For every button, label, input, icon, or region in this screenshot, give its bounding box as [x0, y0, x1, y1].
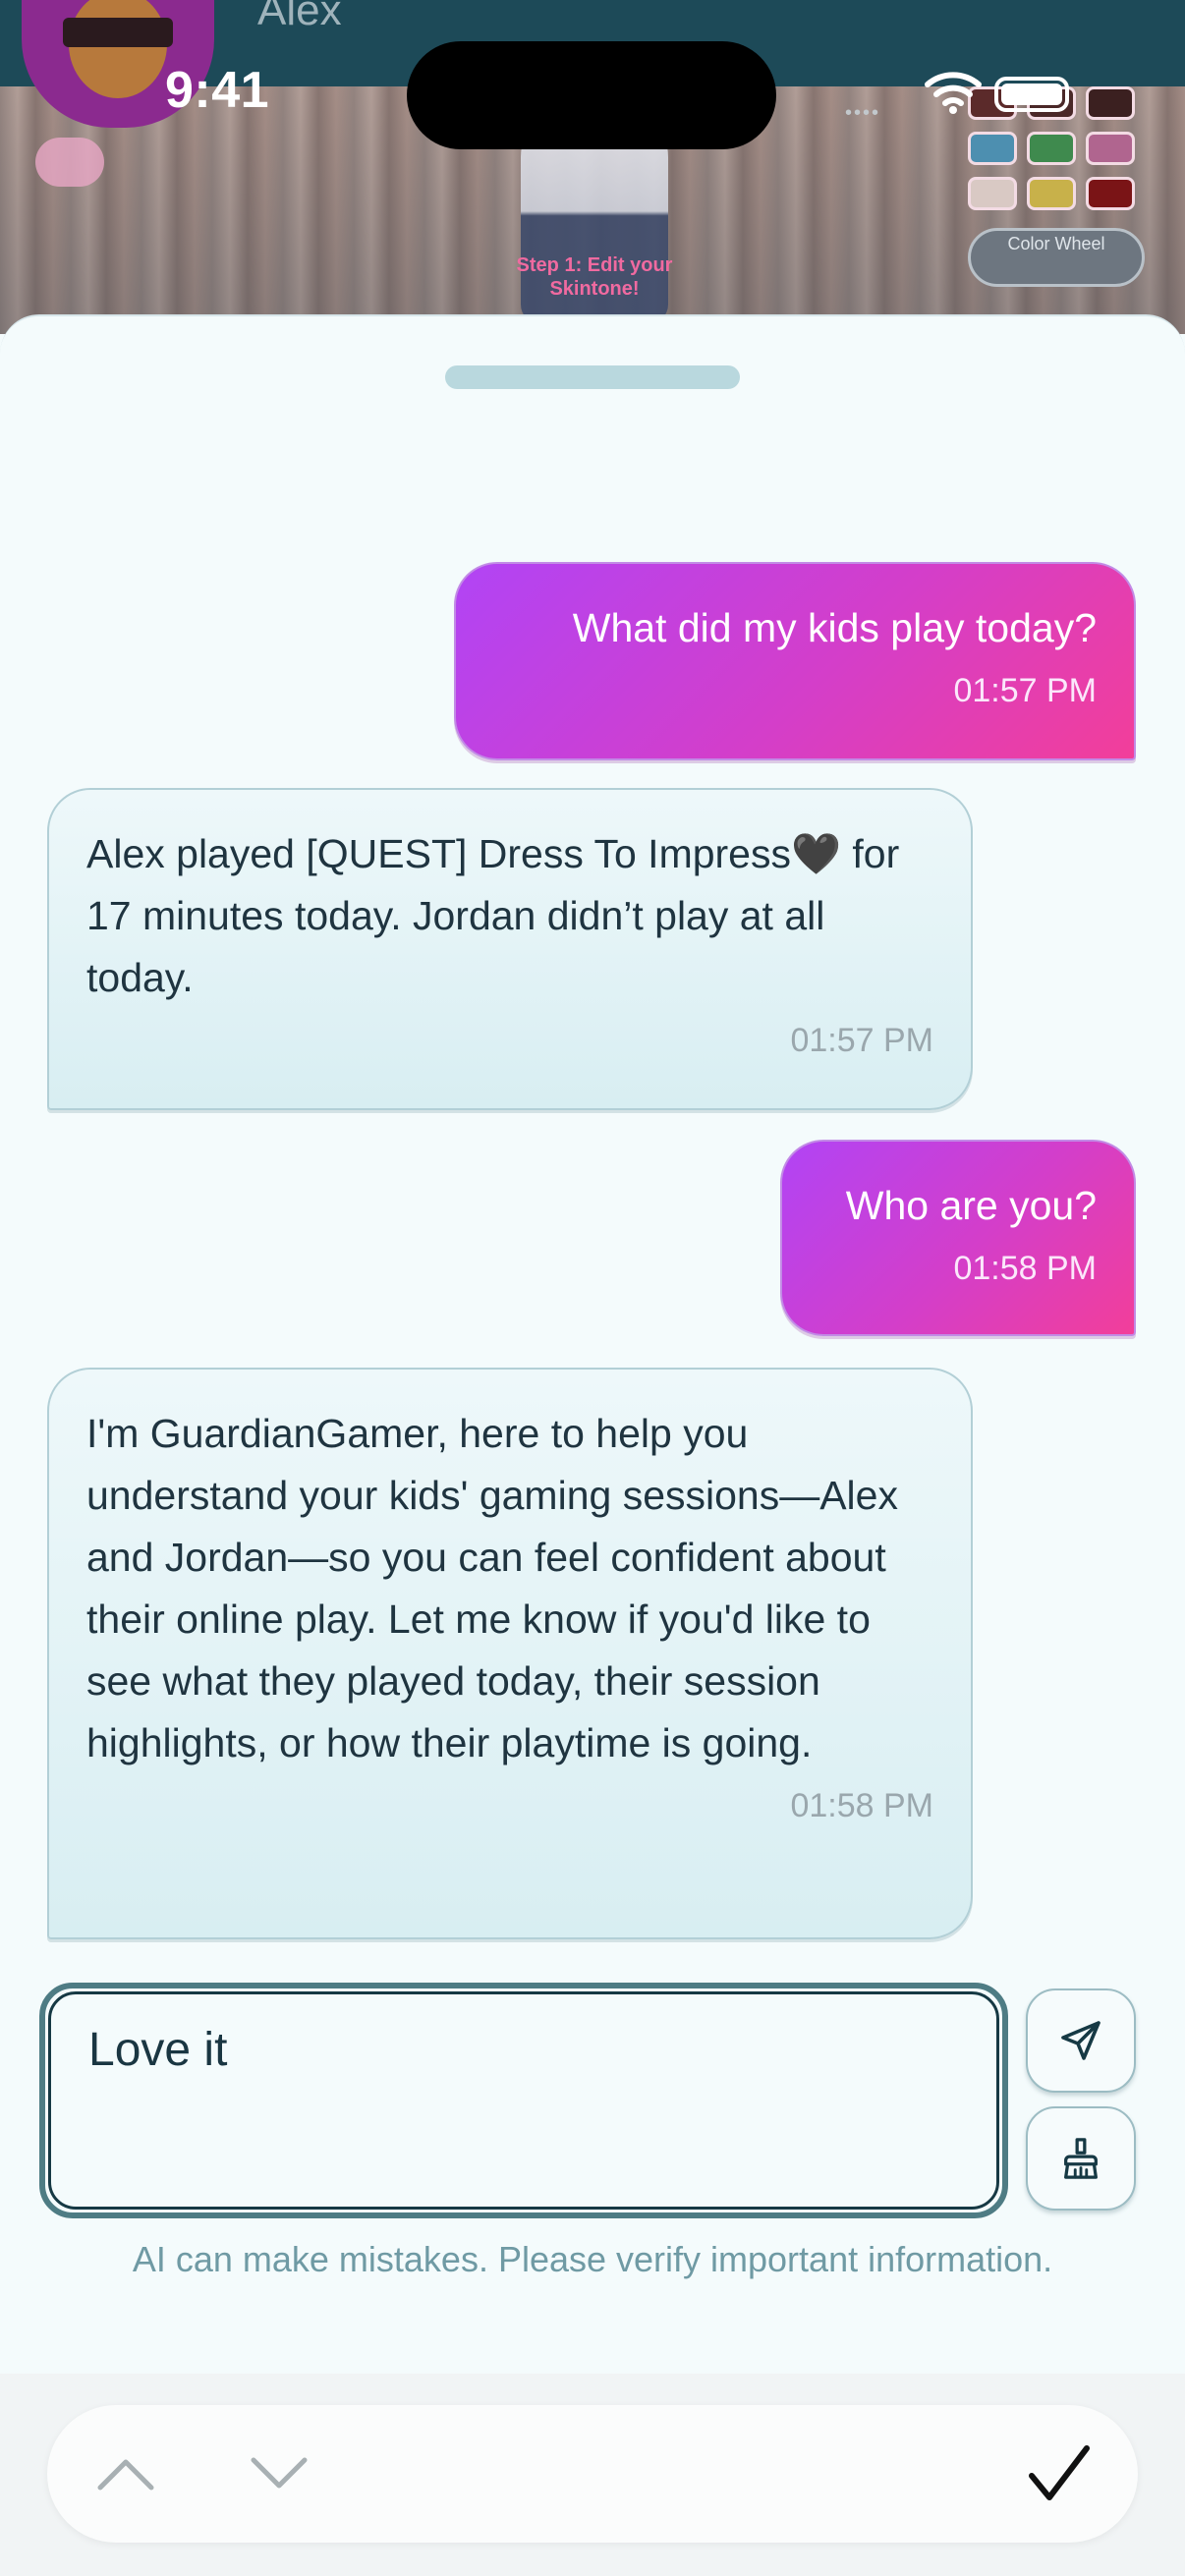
message-text: Who are you?: [845, 1183, 1097, 1228]
swatch: [1086, 86, 1135, 120]
message-composer: [39, 1983, 1008, 2218]
avatar-face: [69, 0, 167, 98]
message-input[interactable]: [86, 2022, 961, 2078]
message-assistant: I'm GuardianGamer, here to help you unde…: [47, 1368, 973, 1939]
next-field-button[interactable]: [240, 2435, 318, 2513]
clear-chat-button[interactable]: [1026, 2106, 1136, 2211]
background-step-text: Step 1: Edit your Skintone!: [516, 254, 673, 300]
swatch: [968, 177, 1017, 210]
keyboard-toolbar: [47, 2405, 1138, 2543]
send-icon: [1061, 2021, 1100, 2060]
wifi-icon: [925, 72, 982, 114]
swatch: [1027, 132, 1076, 165]
swatch: [1027, 177, 1076, 210]
message-timestamp: 01:58 PM: [790, 1787, 933, 1824]
battery-icon: [994, 77, 1069, 112]
message-text: Alex played [QUEST] Dress To Impress🖤 fo…: [86, 831, 900, 1000]
background-decoration: [35, 138, 104, 187]
status-bar-time: 9:41: [165, 62, 270, 119]
battery-level: [1001, 84, 1062, 105]
message-user: Who are you? 01:58 PM: [780, 1140, 1136, 1336]
sheet-grabber-handle[interactable]: [445, 365, 740, 389]
background-color-wheel-button: Color Wheel: [968, 228, 1145, 287]
previous-field-button[interactable]: [86, 2435, 165, 2513]
chevron-up-icon: [97, 2459, 154, 2491]
ai-disclaimer: AI can make mistakes. Please verify impo…: [132, 2239, 1053, 2279]
swatch: [1086, 132, 1135, 165]
keyboard-accessory-area: [0, 2374, 1185, 2576]
avatar-glasses: [63, 18, 173, 47]
message-text: I'm GuardianGamer, here to help you unde…: [86, 1411, 898, 1765]
background-user-name: Alex: [257, 0, 342, 34]
checkmark-icon: [1029, 2445, 1090, 2500]
chevron-down-icon: [251, 2457, 308, 2489]
chat-sheet: What did my kids play today? 01:57 PM Al…: [0, 314, 1185, 2576]
swatch: [1086, 177, 1135, 210]
message-input-container: [48, 1991, 999, 2210]
send-button[interactable]: [1026, 1988, 1136, 2093]
broom-icon: [1064, 2138, 1098, 2179]
done-button[interactable]: [1020, 2435, 1099, 2513]
message-timestamp: 01:58 PM: [953, 1250, 1097, 1287]
signal-dots-icon: ••••: [845, 102, 881, 124]
status-bar-icons: ••••: [845, 69, 1081, 124]
dynamic-island: [407, 41, 776, 149]
message-text: What did my kids play today?: [572, 605, 1097, 650]
swatch: [968, 132, 1017, 165]
message-timestamp: 01:57 PM: [953, 672, 1097, 709]
message-timestamp: 01:57 PM: [790, 1022, 933, 1059]
message-user: What did my kids play today? 01:57 PM: [454, 562, 1136, 760]
message-assistant: Alex played [QUEST] Dress To Impress🖤 fo…: [47, 788, 973, 1110]
